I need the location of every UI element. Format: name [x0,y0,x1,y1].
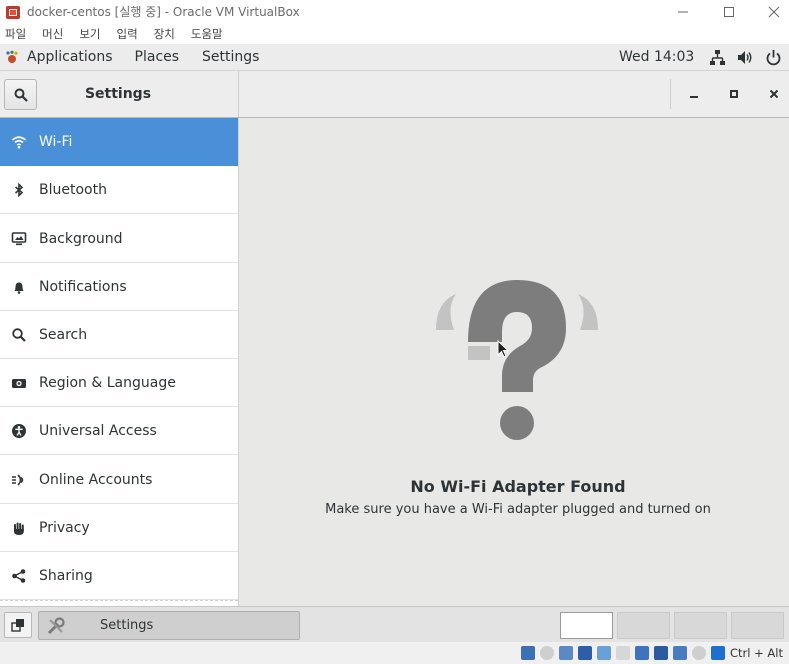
settings-close-button[interactable] [762,82,786,106]
settings-minimize-button[interactable] [682,82,706,106]
online-accounts-icon [11,472,27,488]
mouse-integration-icon[interactable] [692,646,706,660]
empty-state-description: Make sure you have a Wi-Fi adapter plugg… [325,502,711,517]
guest-screen: Applications Places Settings Wed 14:03 S… [0,44,789,642]
network-wired-icon[interactable] [709,49,726,66]
menu-machine[interactable]: 머신 [42,26,63,42]
settings-maximize-button[interactable] [722,82,746,106]
accessibility-icon [11,423,27,439]
header-bar: Settings [0,71,789,118]
camera-icon [11,375,27,391]
recording-icon[interactable] [654,646,668,660]
close-button[interactable] [751,0,789,23]
vbox-menubar: 파일 머신 보기 입력 장치 도움말 [0,23,789,44]
audio-icon[interactable] [559,646,573,660]
sidebar-item-label: Online Accounts [39,471,153,488]
sidebar-item-background[interactable]: Background [0,215,238,263]
settings-window: Settings Wi-Fi Bluetooth Background Noti… [0,71,789,606]
sidebar-item-label: Background [39,230,123,247]
keyboard-capture-icon[interactable] [711,646,725,660]
sidebar-item-privacy[interactable]: Privacy [0,504,238,552]
virtualization-icon[interactable] [673,646,687,660]
volume-icon[interactable] [736,49,753,66]
sidebar-item-label: Privacy [39,519,90,536]
taskbar-window-settings[interactable]: Settings [38,611,300,640]
vbox-titlebar: docker-centos [실행 중] - Oracle VM Virtual… [0,0,789,23]
minimize-button[interactable] [660,0,706,23]
sidebar-item-wifi[interactable]: Wi-Fi [0,118,238,166]
minimize-icon [690,96,698,98]
empty-state-title: No Wi-Fi Adapter Found [410,477,626,496]
workspace-4[interactable] [731,612,784,639]
sidebar-item-label: Sharing [39,567,93,584]
places-menu[interactable]: Places [135,49,180,65]
show-desktop-icon [11,619,24,632]
display-icon[interactable] [635,646,649,660]
menu-input[interactable]: 입력 [117,26,138,42]
wifi-icon [11,134,27,150]
sidebar-item-label: Search [39,326,88,343]
network-icon[interactable] [578,646,592,660]
close-icon [769,89,779,99]
share-icon [11,568,27,584]
maximize-icon [730,90,738,98]
show-desktop-button[interactable] [4,612,32,638]
minimize-icon [678,11,688,12]
workspace-2[interactable] [617,612,670,639]
sidebar-item-online-accounts[interactable]: Online Accounts [0,456,238,504]
window-title: docker-centos [실행 중] - Oracle VM Virtual… [27,5,300,19]
applications-menu[interactable]: Applications [5,49,113,65]
maximize-icon [724,6,734,17]
sidebar-item-label: Notifications [39,278,127,295]
settings-title: Settings [84,86,152,102]
hand-icon [11,520,27,536]
mouse-cursor-icon [497,340,509,358]
optical-drive-icon[interactable] [540,646,554,660]
sidebar-item-search[interactable]: Search [0,311,238,359]
background-icon [11,231,27,247]
header-sidebar-part: Settings [0,71,239,117]
search-icon [14,88,28,102]
header-separator [670,79,671,109]
bluetooth-icon [11,182,27,198]
question-mark-icon [436,280,598,440]
settings-sidebar: Wi-Fi Bluetooth Background Notifications… [0,118,239,606]
sidebar-item-universal-access[interactable]: Universal Access [0,407,238,455]
workspace-1[interactable] [560,612,613,639]
close-icon [768,6,780,17]
sidebar-item-label: Region & Language [39,374,176,391]
vbox-status-bar: Ctrl + Alt [0,642,789,664]
search-icon [11,327,27,343]
power-icon[interactable] [765,49,782,66]
host-key-label: Ctrl + Alt [730,646,783,660]
bell-icon [11,279,27,295]
menu-view[interactable]: 보기 [79,26,100,42]
sidebar-item-notifications[interactable]: Notifications [0,263,238,311]
settings-menu[interactable]: Settings [202,49,259,65]
shared-folders-icon[interactable] [616,646,630,660]
sidebar-item-region-language[interactable]: Region & Language [0,359,238,407]
hard-disk-icon[interactable] [521,646,535,660]
workspace-3[interactable] [674,612,727,639]
applications-label: Applications [27,49,113,65]
usb-icon[interactable] [597,646,611,660]
wifi-panel: No Wi-Fi Adapter Found Make sure you hav… [240,118,789,606]
window-list-bar: Settings [0,606,789,642]
menu-help[interactable]: 도움말 [191,26,223,42]
sidebar-item-label: Wi-Fi [39,133,73,150]
maximize-button[interactable] [706,0,752,23]
search-toggle-button[interactable] [4,79,37,110]
sidebar-item-label: Universal Access [39,422,157,439]
menu-file[interactable]: 파일 [5,26,26,42]
taskbar-window-label: Settings [100,618,154,633]
gnome-top-bar: Applications Places Settings Wed 14:03 [0,44,789,71]
sidebar-item-bluetooth[interactable]: Bluetooth [0,166,238,214]
sidebar-item-label: Bluetooth [39,181,107,198]
sidebar-item-sharing[interactable]: Sharing [0,552,238,600]
gnome-foot-icon [6,50,18,63]
virtualbox-app-icon [5,4,21,20]
settings-tools-icon [47,617,65,635]
menu-devices[interactable]: 장치 [154,26,175,42]
clock[interactable]: Wed 14:03 [619,49,694,65]
